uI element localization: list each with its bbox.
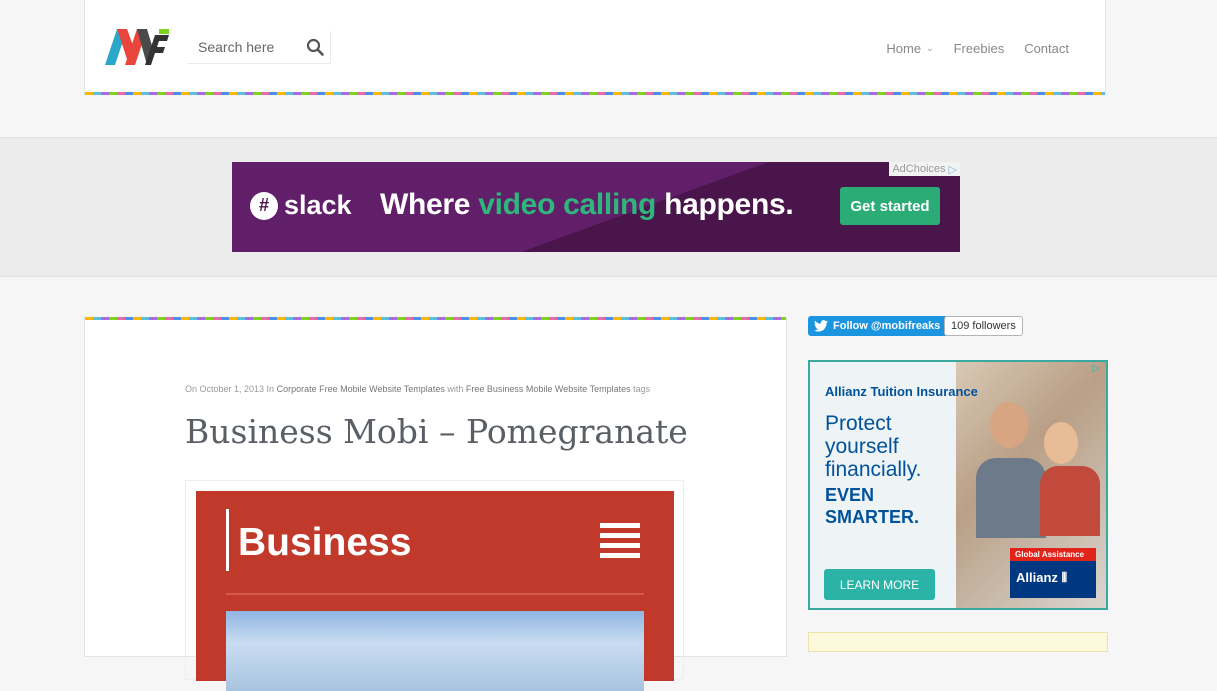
allianz-headline: Protect yourself financially.	[825, 412, 922, 481]
site-header: Home ⌄ Freebies Contact	[84, 0, 1106, 95]
post-meta-date: On October 1, 2013 In	[185, 384, 275, 394]
search-icon[interactable]	[306, 38, 324, 56]
allianz-subheadline: EVEN SMARTER.	[825, 484, 919, 528]
post-rainbow-divider	[85, 317, 786, 320]
learn-more-button[interactable]: LEARN MORE	[824, 569, 935, 600]
twitter-follower-count[interactable]: 109 followers	[944, 316, 1023, 336]
sidebar-widget-box	[808, 632, 1108, 652]
site-logo[interactable]	[105, 29, 169, 65]
thumbnail-image: Business	[196, 491, 674, 691]
post-category-link[interactable]: Corporate Free Mobile Website Templates	[277, 384, 445, 394]
allianz-ad[interactable]: ▷ Allianz Tuition Insurance Protect your…	[808, 360, 1108, 610]
thumbnail-photo	[226, 611, 644, 691]
search-box	[187, 31, 331, 64]
adchoices-link[interactable]: AdChoices ▷	[889, 162, 960, 176]
adchoices-icon: ▷	[948, 163, 957, 176]
allianz-badge-name: Allianz ⦀	[1010, 561, 1096, 595]
header-rainbow-divider	[85, 92, 1105, 95]
allianz-sub-2: SMARTER.	[825, 507, 919, 527]
nav-item-freebies[interactable]: Freebies	[954, 41, 1005, 56]
post-meta-suffix: tags	[633, 384, 651, 394]
allianz-badge-label: Allianz	[1016, 570, 1058, 585]
ad-headline-highlight: video calling	[478, 188, 657, 221]
nav-item-contact[interactable]: Contact	[1024, 41, 1069, 56]
hamburger-menu-icon	[600, 523, 640, 559]
main-nav: Home ⌄ Freebies Contact	[886, 41, 1069, 56]
adchoices-icon[interactable]: ▷	[1092, 363, 1104, 375]
slack-banner-ad[interactable]: AdChoices ▷ # slack Where video calling …	[232, 162, 960, 252]
allianz-headline-3: financially.	[825, 458, 922, 481]
ad-headline: Where video calling happens.	[380, 188, 794, 222]
allianz-sub-1: EVEN	[825, 485, 875, 505]
twitter-bird-icon	[814, 320, 828, 332]
post-tags-link[interactable]: Free Business Mobile Website Templates	[466, 384, 631, 394]
allianz-brand: Allianz Tuition Insurance	[825, 384, 978, 399]
allianz-badge: Global Assistance Allianz ⦀	[1010, 548, 1096, 598]
ad-band: AdChoices ▷ # slack Where video calling …	[0, 137, 1217, 277]
allianz-headline-2: yourself	[825, 435, 899, 458]
ad-headline-post: happens.	[656, 188, 794, 221]
nav-label-freebies: Freebies	[953, 41, 1005, 56]
adchoices-label: AdChoices	[892, 163, 946, 175]
mf-logo-icon	[105, 29, 169, 65]
twitter-follow-label: Follow @mobifreaks	[833, 320, 941, 332]
post-meta-with: with	[447, 384, 464, 394]
post-title[interactable]: Business Mobi – Pomegranate	[185, 412, 688, 451]
twitter-follow-button[interactable]: Follow @mobifreaks	[808, 316, 949, 336]
thumbnail-title: Business	[238, 521, 412, 564]
nav-item-home[interactable]: Home ⌄	[886, 41, 933, 56]
thumbnail-divider	[226, 593, 644, 595]
allianz-badge-top: Global Assistance	[1010, 548, 1096, 561]
search-input[interactable]	[187, 31, 297, 63]
nav-label-contact: Contact	[1024, 41, 1069, 56]
post-meta: On October 1, 2013 In Corporate Free Mob…	[185, 384, 650, 394]
chevron-down-icon: ⌄	[926, 43, 934, 53]
ad-headline-pre: Where	[380, 188, 479, 221]
slack-logo: # slack	[250, 190, 352, 221]
allianz-headline-1: Protect	[825, 412, 892, 435]
nav-label-home: Home	[886, 41, 922, 56]
slack-wordmark: slack	[284, 190, 352, 220]
allianz-eagle-icon: ⦀	[1061, 570, 1068, 585]
ad-get-started-button[interactable]: Get started	[840, 187, 940, 225]
post-card: On October 1, 2013 In Corporate Free Mob…	[84, 317, 787, 691]
thumbnail-bar	[226, 509, 229, 571]
post-thumbnail[interactable]: Business	[185, 480, 684, 691]
slack-hash-icon: #	[250, 191, 278, 220]
